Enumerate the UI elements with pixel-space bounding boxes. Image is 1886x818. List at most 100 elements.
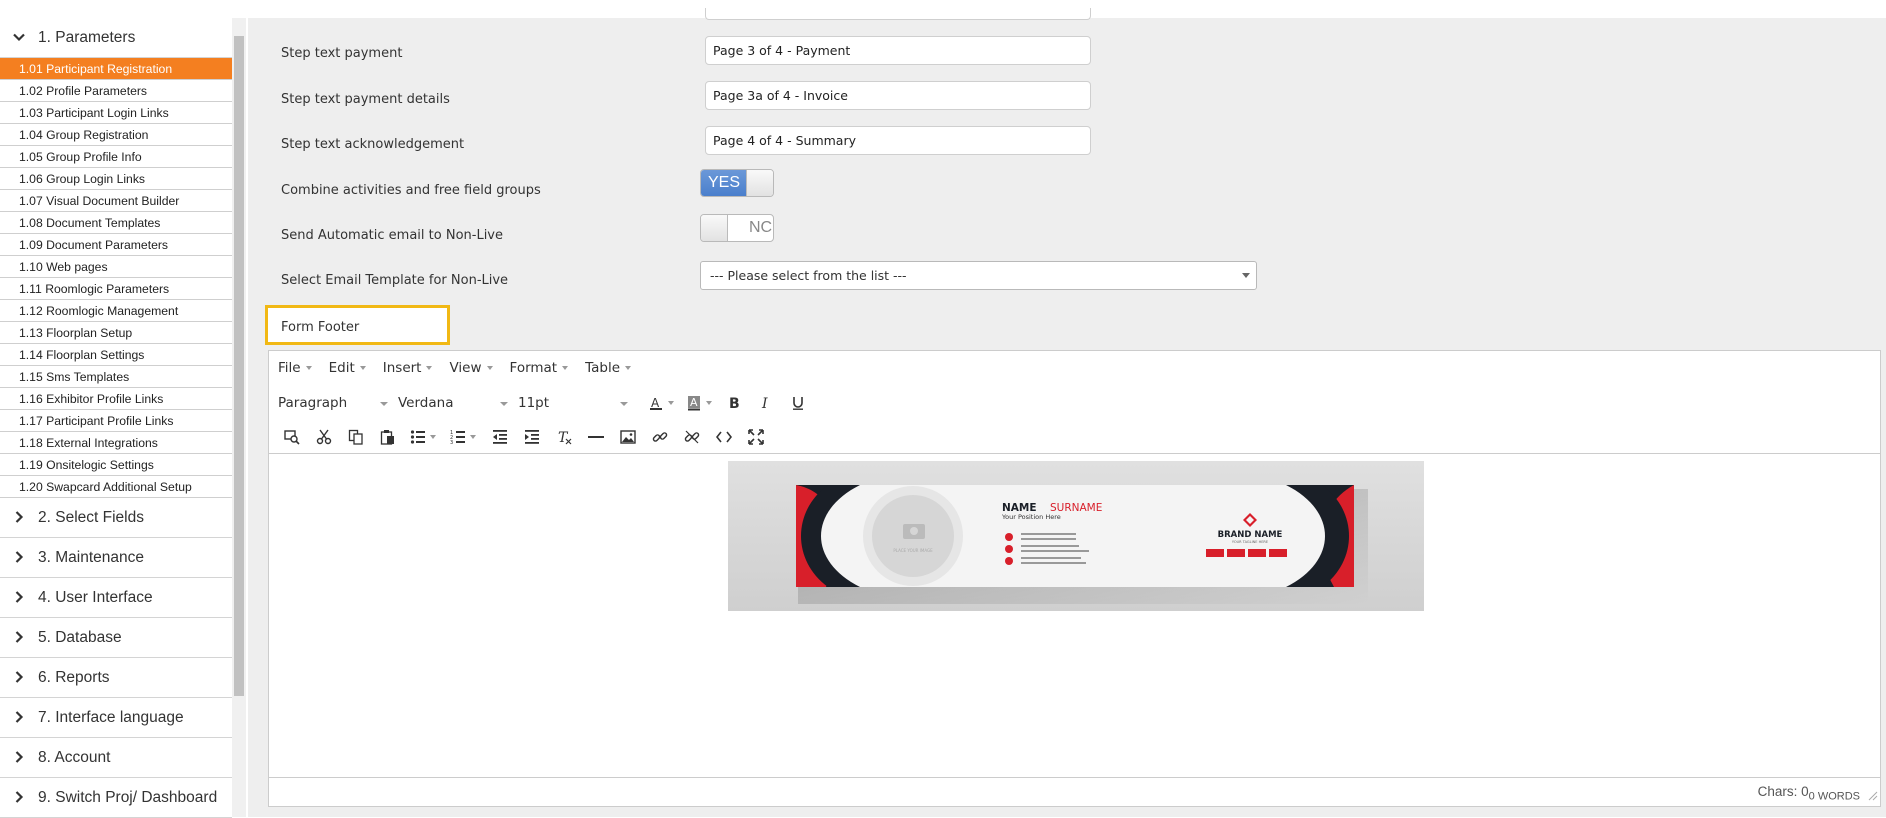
background-color-icon: A: [688, 395, 700, 410]
font-family-value: Verdana: [398, 394, 454, 411]
sidebar-item-visual-document-builder[interactable]: 1.07 Visual Document Builder: [0, 190, 232, 212]
bold-icon: B: [729, 396, 740, 410]
caret-down-icon: [562, 366, 569, 370]
toggle-knob: [746, 170, 773, 196]
editor-content-area[interactable]: PLACE YOUR IMAGE NAME SURNAME Your Posit…: [269, 454, 1880, 773]
sidebar-item-roomlogic-parameters[interactable]: 1.11 Roomlogic Parameters: [0, 278, 232, 300]
find-replace-button[interactable]: [276, 423, 308, 451]
sidebar-item-web-pages[interactable]: 1.10 Web pages: [0, 256, 232, 278]
caret-down-icon: [1242, 273, 1250, 278]
sidebar-item-floorplan-settings[interactable]: 1.14 Floorplan Settings: [0, 344, 232, 366]
send-email-non-live-toggle[interactable]: NC: [700, 214, 774, 242]
clear-format-icon: T: [558, 430, 572, 445]
sidebar-section-select-fields[interactable]: 2. Select Fields: [0, 498, 232, 538]
sidebar-item-group-login-links[interactable]: 1.06 Group Login Links: [0, 168, 232, 190]
sidebar-section-user-interface[interactable]: 4. User Interface: [0, 578, 232, 618]
sidebar-item-sms-templates[interactable]: 1.15 Sms Templates: [0, 366, 232, 388]
sidebar-section-reports[interactable]: 6. Reports: [0, 658, 232, 698]
bold-button[interactable]: B: [718, 389, 750, 417]
sidebar-section-account[interactable]: 8. Account: [0, 738, 232, 778]
editor-statusbar: Chars: 00 WORDS: [269, 777, 1880, 806]
caret-down-icon: [426, 366, 433, 370]
source-code-button[interactable]: [708, 423, 740, 451]
sidebar-item-roomlogic-management[interactable]: 1.12 Roomlogic Management: [0, 300, 232, 322]
insert-image-button[interactable]: [612, 423, 644, 451]
font-size-select[interactable]: 11pt: [518, 395, 628, 411]
caret-down-icon: [486, 366, 493, 370]
paste-button[interactable]: [372, 423, 404, 451]
outdent-button[interactable]: [484, 423, 516, 451]
sidebar-section-database[interactable]: 5. Database: [0, 618, 232, 658]
unlink-button[interactable]: [676, 423, 708, 451]
menu-edit-label: Edit: [328, 360, 355, 376]
cut-icon: [316, 429, 332, 444]
email-template-select[interactable]: --- Please select from the list ---: [700, 261, 1257, 290]
outdent-icon: [493, 429, 507, 444]
sidebar-scrollbar-thumb[interactable]: [234, 36, 244, 696]
resize-handle-icon[interactable]: [1868, 789, 1878, 804]
sidebar-item-floorplan-setup[interactable]: 1.13 Floorplan Setup: [0, 322, 232, 344]
copy-button[interactable]: [340, 423, 372, 451]
text-color-button[interactable]: A: [642, 389, 680, 417]
sidebar-section-maintenance[interactable]: 3. Maintenance: [0, 538, 232, 578]
sidebar-section-interface-language[interactable]: 7. Interface language: [0, 698, 232, 738]
horizontal-rule-button[interactable]: [580, 423, 612, 451]
sidebar-nav: 1. Parameters 1.01 Participant Registrat…: [0, 0, 232, 818]
sidebar-item-participant-profile-links[interactable]: 1.17 Participant Profile Links: [0, 410, 232, 432]
business-card-image[interactable]: PLACE YOUR IMAGE NAME SURNAME Your Posit…: [728, 461, 1424, 611]
clipped-input-field[interactable]: [705, 8, 1091, 20]
clear-format-button[interactable]: T: [548, 423, 580, 451]
chevron-down-icon: [0, 29, 38, 47]
block-format-select[interactable]: Paragraph: [278, 395, 388, 411]
business-card-illustration: PLACE YOUR IMAGE NAME SURNAME Your Posit…: [796, 485, 1368, 604]
sidebar-scrollbar[interactable]: [232, 18, 246, 817]
menu-insert[interactable]: Insert: [383, 360, 433, 376]
sidebar-item-group-profile-info[interactable]: 1.05 Group Profile Info: [0, 146, 232, 168]
editor-format-toolbar: Paragraph Verdana 11pt A A B I: [269, 385, 1880, 420]
numbered-list-button[interactable]: 123: [442, 423, 484, 451]
menu-format[interactable]: Format: [510, 360, 569, 376]
background-color-button[interactable]: A: [680, 389, 718, 417]
sidebar-item-external-integrations[interactable]: 1.18 External Integrations: [0, 432, 232, 454]
combine-activities-toggle[interactable]: YES: [700, 169, 774, 197]
font-size-value: 11pt: [518, 394, 550, 411]
sidebar-section-parameters[interactable]: 1. Parameters: [0, 18, 232, 58]
sidebar-item-swapcard-additional-setup[interactable]: 1.20 Swapcard Additional Setup: [0, 476, 232, 498]
chevron-right-icon: [0, 589, 38, 607]
sidebar-item-onsitelogic-settings[interactable]: 1.19 Onsitelogic Settings: [0, 454, 232, 476]
editor-insert-toolbar: 123 T: [269, 420, 1880, 454]
step-text-acknowledgement-input[interactable]: Page 4 of 4 - Summary: [705, 126, 1091, 155]
sidebar-item-participant-registration[interactable]: 1.01 Participant Registration: [0, 58, 232, 80]
menu-table[interactable]: Table: [585, 360, 632, 376]
sidebar-item-profile-parameters[interactable]: 1.02 Profile Parameters: [0, 80, 232, 102]
menu-file[interactable]: File: [278, 360, 312, 376]
step-text-payment-input[interactable]: Page 3 of 4 - Payment: [705, 36, 1091, 65]
insert-link-button[interactable]: [644, 423, 676, 451]
sidebar-section-switch-project[interactable]: 9. Switch Proj/ Dashboard: [0, 778, 232, 818]
sidebar-item-document-templates[interactable]: 1.08 Document Templates: [0, 212, 232, 234]
text-color-icon: A: [650, 396, 662, 410]
underline-button[interactable]: [782, 389, 814, 417]
card-brand-name: BRAND NAME: [1218, 530, 1283, 540]
editor-menubar: File Edit Insert View Format Table: [269, 351, 1880, 385]
sidebar-item-group-registration[interactable]: 1.04 Group Registration: [0, 124, 232, 146]
bullet-list-button[interactable]: [404, 423, 442, 451]
sidebar-item-participant-login-links[interactable]: 1.03 Participant Login Links: [0, 102, 232, 124]
font-family-select[interactable]: Verdana: [398, 395, 508, 411]
block-format-value: Paragraph: [278, 394, 348, 411]
copy-icon: [348, 429, 363, 445]
indent-button[interactable]: [516, 423, 548, 451]
menu-view[interactable]: View: [449, 360, 493, 376]
italic-button[interactable]: I: [750, 389, 782, 417]
caret-down-icon: [620, 401, 628, 406]
sidebar-item-exhibitor-profile-links[interactable]: 1.16 Exhibitor Profile Links: [0, 388, 232, 410]
sidebar-item-document-parameters[interactable]: 1.09 Document Parameters: [0, 234, 232, 256]
menu-edit[interactable]: Edit: [329, 360, 366, 376]
card-photo-placeholder: PLACE YOUR IMAGE: [893, 548, 933, 553]
step-text-payment-details-input[interactable]: Page 3a of 4 - Invoice: [705, 81, 1091, 110]
svg-text:I: I: [761, 396, 768, 410]
cut-button[interactable]: [308, 423, 340, 451]
menu-file-label: File: [278, 360, 301, 376]
form-footer-label: Form Footer: [265, 305, 450, 345]
fullscreen-button[interactable]: [740, 423, 772, 451]
